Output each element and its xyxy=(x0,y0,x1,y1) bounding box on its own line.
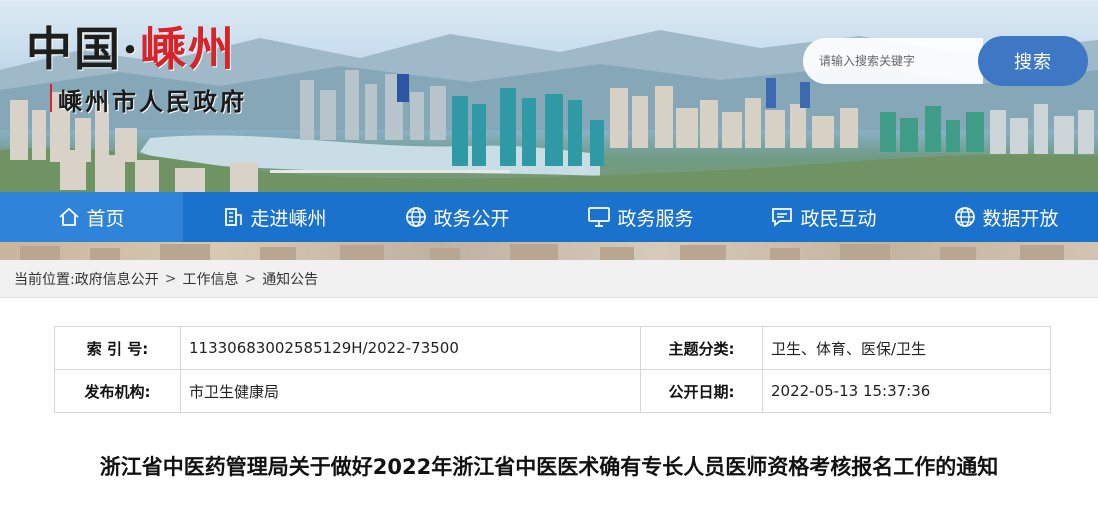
site-logo[interactable]: 中国· 嵊州 xyxy=(26,10,236,82)
decorative-strip xyxy=(0,242,1098,260)
search-input[interactable] xyxy=(803,38,983,84)
nav-item-label: 走进嵊州 xyxy=(250,207,327,230)
building-icon xyxy=(225,208,243,226)
article-title: 浙江省中医药管理局关于做好2022年浙江省中医医术确有专长人员医师资格考核报名工… xyxy=(99,455,999,479)
logo-main-text: 中国· xyxy=(26,22,141,76)
logo-subtitle: 嵊州市人民政府 xyxy=(50,82,247,117)
home-icon xyxy=(59,207,80,226)
table-row: 索 引 号: 11330683002585129H/2022-73500 主题分… xyxy=(54,326,1051,370)
main-nav: 首页 走进嵊州 政务公开 政务服务 政民互动 数据开放 xyxy=(0,192,1098,242)
index-value: 11330683002585129H/2022-73500 xyxy=(180,326,641,370)
header-banner: 中国·嵊州 嵊州市人民政府 搜索 xyxy=(0,0,1098,192)
publisher-label: 发布机构: xyxy=(54,369,181,413)
topic-label: 主题分类: xyxy=(640,326,763,370)
topic-value: 卫生、体育、医保/卫生 xyxy=(762,326,1051,370)
date-value: 2022-05-13 15:37:36 xyxy=(762,369,1051,413)
breadcrumb-item-notices[interactable]: 通知公告 xyxy=(262,269,318,289)
nav-item-label: 政务公开 xyxy=(433,207,510,230)
nav-item-home[interactable]: 首页 xyxy=(0,192,183,242)
document-info-table: 索 引 号: 11330683002585129H/2022-73500 主题分… xyxy=(54,326,1051,413)
nav-item-interaction[interactable]: 政民互动 xyxy=(732,192,915,242)
search-button[interactable]: 搜索 xyxy=(978,36,1088,86)
rooftops-image xyxy=(20,244,1064,260)
breadcrumb-separator: > xyxy=(164,270,177,287)
chat-icon xyxy=(772,208,793,227)
table-row: 发布机构: 市卫生健康局 公开日期: 2022-05-13 15:37:36 xyxy=(54,369,1051,413)
nav-item-label: 首页 xyxy=(86,207,125,230)
logo-city-text: 嵊州 xyxy=(140,22,237,76)
nav-item-open-data[interactable]: 数据开放 xyxy=(915,192,1098,242)
breadcrumb-separator: > xyxy=(244,270,257,287)
nav-item-about[interactable]: 走进嵊州 xyxy=(183,192,366,242)
nav-item-label: 数据开放 xyxy=(982,207,1059,230)
breadcrumb-prefix: 当前位置: xyxy=(14,271,75,288)
nav-item-label: 政民互动 xyxy=(800,207,877,230)
date-label: 公开日期: xyxy=(640,369,763,413)
index-label: 索 引 号: xyxy=(54,326,181,370)
breadcrumb-item-gov-info[interactable]: 政府信息公开 xyxy=(75,269,159,289)
nav-item-label: 政务服务 xyxy=(617,207,694,230)
monitor-icon xyxy=(588,207,611,227)
nav-item-gov-service[interactable]: 政务服务 xyxy=(549,192,732,242)
nav-item-gov-open[interactable]: 政务公开 xyxy=(366,192,549,242)
globe-icon xyxy=(406,207,427,227)
breadcrumb: 当前位置: 政府信息公开 > 工作信息 > 通知公告 xyxy=(0,260,1098,298)
globe-icon xyxy=(955,207,976,227)
publisher-value: 市卫生健康局 xyxy=(180,369,641,413)
breadcrumb-item-work-info[interactable]: 工作信息 xyxy=(182,269,238,289)
